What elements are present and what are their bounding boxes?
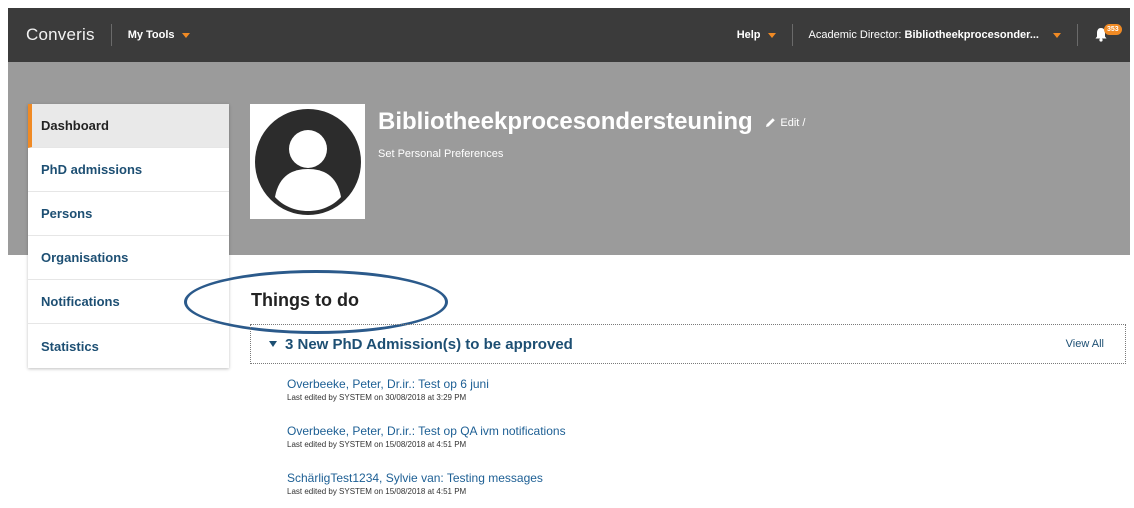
todo-section-header: 3 New PhD Admission(s) to be approved Vi… [250,324,1126,364]
sidebar-item-organisations[interactable]: Organisations [28,236,229,280]
todo-item-meta: Last edited by SYSTEM on 15/08/2018 at 4… [287,440,467,449]
edit-profile-link[interactable]: Edit / [765,117,805,129]
pencil-icon [766,118,776,128]
set-preferences-link[interactable]: Set Personal Preferences [378,148,503,160]
role-name: Bibliotheekprocesonder... [904,29,1039,41]
caret-down-icon [269,341,277,347]
chevron-down-icon [181,32,190,38]
my-tools-menu[interactable]: My Tools [128,29,190,41]
help-label: Help [736,29,761,41]
app-root: Converis My Tools Help Academic Director… [0,0,1134,508]
avatar [250,104,365,219]
todo-item-link[interactable]: Overbeeke, Peter, Dr.ir.: Test op QA ivm… [287,424,987,438]
chevron-down-icon [767,32,776,38]
sidebar-item-phd-admissions[interactable]: PhD admissions [28,148,229,192]
top-navigation-bar: Converis My Tools Help Academic Director… [8,8,1130,62]
list-item: Overbeeke, Peter, Dr.ir.: Test op 6 juni… [287,377,987,424]
help-menu[interactable]: Help [737,29,776,41]
todo-item-link[interactable]: Overbeeke, Peter, Dr.ir.: Test op 6 juni [287,377,987,391]
role-menu[interactable]: Academic Director: Bibliotheekprocesonde… [809,29,1061,41]
user-avatar-icon [254,108,361,215]
divider [1077,24,1078,46]
sidebar-item-persons[interactable]: Persons [28,192,229,236]
topbar-right-group: Help Academic Director: Bibliotheekproce… [737,8,1130,62]
todo-list: Overbeeke, Peter, Dr.ir.: Test op 6 juni… [287,377,987,508]
notification-count-badge: 353 [1104,24,1122,35]
divider [110,24,112,46]
brand-logo[interactable]: Converis [26,25,95,45]
list-item: SchärligTest1234, Sylvie van: Testing me… [287,471,987,508]
profile-name: Bibliotheekprocesondersteuning Edit / [378,108,805,136]
todo-item-meta: Last edited by SYSTEM on 15/08/2018 at 4… [287,487,467,496]
role-prefix: Academic Director: [808,29,902,41]
sidebar-nav: Dashboard PhD admissions Persons Organis… [28,104,229,368]
divider [791,24,793,46]
my-tools-label: My Tools [127,29,175,41]
notifications-button[interactable]: 353 [1094,24,1122,45]
view-all-link[interactable]: View All [1066,338,1104,350]
chevron-down-icon [1053,32,1061,38]
todo-section-toggle[interactable]: 3 New PhD Admission(s) to be approved [269,336,573,353]
todo-section-title: 3 New PhD Admission(s) to be approved [285,335,573,353]
todo-item-link[interactable]: SchärligTest1234, Sylvie van: Testing me… [287,471,987,485]
role-text: Academic Director: Bibliotheekprocesonde… [809,29,1039,41]
sidebar-item-dashboard[interactable]: Dashboard [28,104,229,148]
todo-item-meta: Last edited by SYSTEM on 30/08/2018 at 3… [287,393,467,402]
profile-name-text: Bibliotheekprocesondersteuning [378,108,753,135]
sidebar-item-statistics[interactable]: Statistics [28,324,229,368]
edit-label: Edit / [780,116,806,129]
list-item: Overbeeke, Peter, Dr.ir.: Test op QA ivm… [287,424,987,471]
